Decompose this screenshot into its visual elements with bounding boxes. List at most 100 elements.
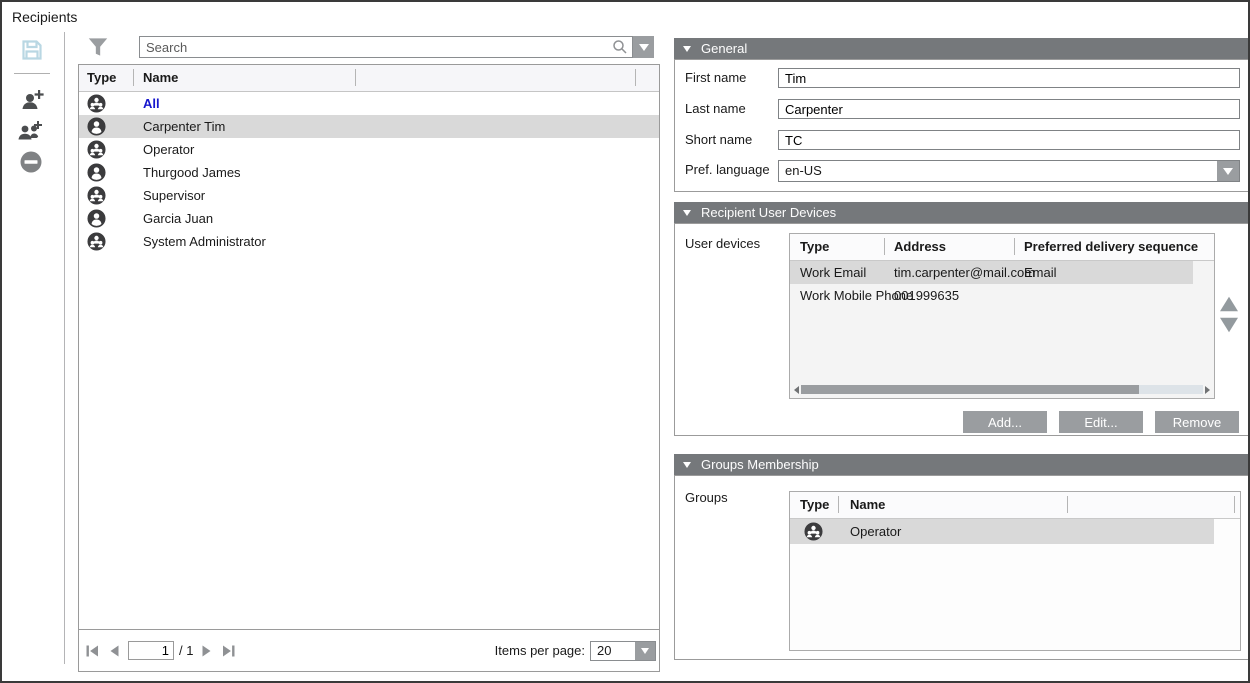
remove-device-button[interactable]: Remove <box>1155 411 1239 433</box>
list-header: Type Name <box>79 65 659 92</box>
items-per-page-label: Items per page: <box>495 643 585 658</box>
list-item-supervisor[interactable]: Supervisor <box>79 184 659 207</box>
column-header-type: Type <box>87 70 116 85</box>
group-icon <box>804 522 823 541</box>
groups-panel-header[interactable]: Groups Membership <box>674 454 1250 475</box>
page-title: Recipients <box>12 9 77 25</box>
person-icon <box>87 163 106 182</box>
scrollbar-thumb[interactable] <box>801 385 1139 394</box>
pref-language-dropdown-button[interactable] <box>1217 161 1239 181</box>
save-icon[interactable] <box>20 38 44 62</box>
scrollbar-track[interactable] <box>801 385 1203 394</box>
user-devices-table: Type Address Preferred delivery sequence… <box>789 233 1215 399</box>
items-per-page-dropdown-button[interactable] <box>635 642 655 660</box>
group-row-operator[interactable]: Operator <box>790 519 1214 544</box>
general-panel-title: General <box>701 41 747 56</box>
groups-table: Type Name Operator <box>789 491 1241 651</box>
chevron-down-icon <box>1223 168 1233 175</box>
column-separator <box>1234 496 1235 513</box>
list-item-carpenter-tim[interactable]: Carpenter Tim <box>79 115 659 138</box>
search-input[interactable] <box>140 40 611 55</box>
column-header-type: Type <box>800 497 829 512</box>
list-item-system-administrator[interactable]: System Administrator <box>79 230 659 253</box>
first-name-input[interactable] <box>778 68 1240 88</box>
first-page-button[interactable] <box>84 643 101 659</box>
chevron-down-icon <box>639 44 649 51</box>
items-per-page-value: 20 <box>591 642 635 660</box>
pref-language-select[interactable]: en-US <box>778 160 1240 182</box>
column-header-name: Name <box>143 70 178 85</box>
horizontal-scrollbar[interactable] <box>794 384 1210 395</box>
list-item-all[interactable]: All <box>79 92 659 115</box>
list-rows: All Carpenter Tim Operator Thurgood Jame… <box>79 92 659 629</box>
list-item-operator[interactable]: Operator <box>79 138 659 161</box>
general-panel-header[interactable]: General <box>674 38 1250 59</box>
devices-panel: User devices Type Address Preferred deli… <box>674 223 1250 436</box>
group-icon <box>87 232 106 251</box>
toolbar-divider <box>14 73 50 74</box>
user-devices-label: User devices <box>685 234 760 254</box>
groups-panel: Groups Type Name Operator <box>674 475 1250 660</box>
group-icon <box>87 140 106 159</box>
vertical-divider <box>64 32 65 664</box>
collapse-triangle-icon <box>683 462 691 468</box>
add-user-icon[interactable] <box>19 86 45 112</box>
list-item-thurgood-james[interactable]: Thurgood James <box>79 161 659 184</box>
pref-language-label: Pref. language <box>685 160 770 180</box>
recipients-list: Type Name All Carpenter Tim Operator Thu… <box>78 64 660 672</box>
move-up-button[interactable] <box>1218 295 1240 313</box>
page-total-label: / 1 <box>179 643 193 658</box>
short-name-input[interactable] <box>778 130 1240 150</box>
first-name-label: First name <box>685 68 746 88</box>
magnifier-icon <box>611 38 629 56</box>
person-icon <box>87 209 106 228</box>
list-item-garcia-juan[interactable]: Garcia Juan <box>79 207 659 230</box>
scroll-left-icon[interactable] <box>794 386 799 394</box>
devices-panel-header[interactable]: Recipient User Devices <box>674 202 1250 223</box>
previous-page-button[interactable] <box>106 643 123 659</box>
chevron-down-icon <box>641 648 649 654</box>
column-separator <box>355 69 356 86</box>
person-icon <box>87 117 106 136</box>
collapse-triangle-icon <box>683 46 691 52</box>
last-name-label: Last name <box>685 99 746 119</box>
search-filter-dropdown-button[interactable] <box>633 36 654 58</box>
remove-icon[interactable] <box>19 150 43 174</box>
column-separator <box>838 496 839 513</box>
devices-panel-title: Recipient User Devices <box>701 205 836 220</box>
recipients-window: Recipients Type <box>0 0 1250 683</box>
column-header-name: Name <box>850 497 885 512</box>
collapse-triangle-icon <box>683 210 691 216</box>
column-header-address: Address <box>894 239 946 254</box>
add-group-icon[interactable] <box>17 118 45 144</box>
groups-label: Groups <box>685 488 728 508</box>
page-number-input[interactable] <box>128 641 174 660</box>
edit-device-button[interactable]: Edit... <box>1059 411 1143 433</box>
groups-panel-title: Groups Membership <box>701 457 819 472</box>
column-header-type: Type <box>800 239 829 254</box>
column-header-preferred-delivery-sequence: Preferred delivery sequence <box>1024 239 1214 254</box>
group-icon <box>87 94 106 113</box>
device-row-work-mobile-phone[interactable]: Work Mobile Phone 001999635 <box>790 284 1214 307</box>
groups-table-header: Type Name <box>790 492 1240 519</box>
last-name-input[interactable] <box>778 99 1240 119</box>
column-separator <box>1067 496 1068 513</box>
devices-table-header: Type Address Preferred delivery sequence <box>790 234 1214 261</box>
column-separator <box>884 238 885 255</box>
move-down-button[interactable] <box>1218 316 1240 334</box>
add-device-button[interactable]: Add... <box>963 411 1047 433</box>
short-name-label: Short name <box>685 130 752 150</box>
items-per-page-select[interactable]: 20 <box>590 641 656 661</box>
filter-funnel-icon[interactable] <box>85 34 111 60</box>
group-icon <box>87 186 106 205</box>
scroll-right-icon[interactable] <box>1205 386 1210 394</box>
pref-language-value: en-US <box>779 161 1217 181</box>
column-separator <box>133 69 134 86</box>
device-row-work-email[interactable]: Work Email tim.carpenter@mail.com Email <box>790 261 1193 284</box>
general-panel: First name Last name Short name Pref. la… <box>674 59 1250 192</box>
next-page-button[interactable] <box>198 643 215 659</box>
last-page-button[interactable] <box>220 643 237 659</box>
search-box <box>139 36 633 58</box>
pagination-bar: / 1 Items per page: 20 <box>79 629 659 671</box>
column-separator <box>1014 238 1015 255</box>
